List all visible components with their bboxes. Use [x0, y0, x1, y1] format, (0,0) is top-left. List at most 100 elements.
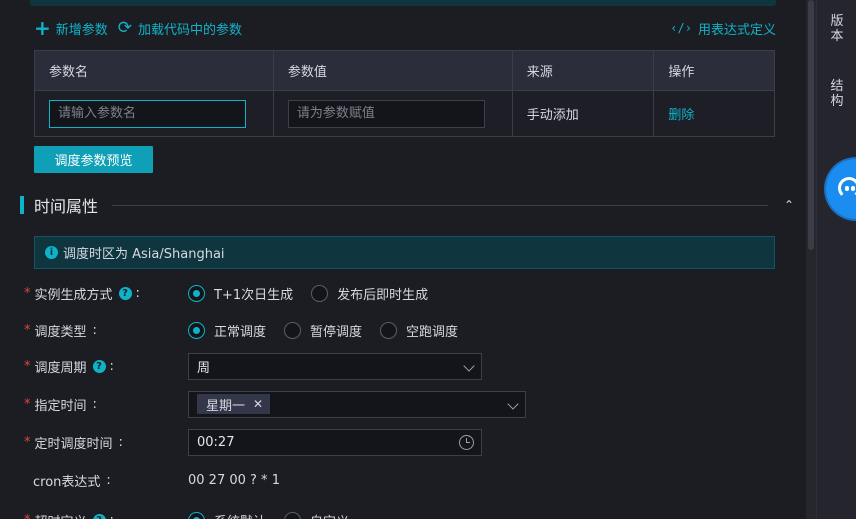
radio-dot	[188, 284, 205, 302]
instance-gen-label-text: 实例生成方式	[34, 287, 113, 303]
timeout-radio-group: 系统默认 自定义	[188, 511, 367, 519]
schedule-type-option-dryrun[interactable]: 空跑调度	[380, 321, 458, 340]
schedule-type-label: * 调度类型 :	[24, 321, 188, 340]
right-side-panel: 版本 结构	[816, 0, 856, 519]
refresh-icon: ⟳	[117, 17, 133, 38]
table-row: 手动添加 删除	[34, 90, 775, 137]
required-mark: *	[24, 285, 31, 301]
schedule-type-option-label: 暂停调度	[310, 324, 363, 340]
clock-icon	[459, 434, 474, 450]
timeout-label: * 超时定义 ? :	[24, 511, 188, 519]
info-icon: i	[45, 246, 58, 259]
param-preview-button[interactable]: 调度参数预览	[34, 146, 153, 173]
label-colon: :	[135, 285, 140, 301]
cron-value: 00 27 00 ? * 1	[188, 472, 280, 488]
instance-gen-option-t1[interactable]: T+1次日生成	[188, 284, 293, 303]
timezone-notice: i 调度时区为 Asia/Shanghai	[34, 236, 775, 269]
main-content: + 新增参数 ⟳ 加载代码中的参数 ‹/› 用表达式定义 参数名 参数值 来源 …	[0, 0, 806, 519]
timeout-label-text: 超时定义	[35, 511, 87, 519]
scrollbar[interactable]	[806, 0, 816, 519]
chevron-up-icon[interactable]: ⌃	[782, 198, 796, 212]
schedule-type-row: * 调度类型 : 正常调度 暂停调度 空跑调度	[24, 316, 784, 344]
label-colon: :	[92, 396, 97, 412]
required-mark: *	[24, 358, 31, 374]
schedule-type-option-label: 空跑调度	[406, 324, 459, 340]
load-code-params-link[interactable]: ⟳ 加载代码中的参数	[118, 19, 242, 38]
required-mark: *	[24, 434, 31, 450]
label-colon: :	[106, 472, 111, 488]
header-param-name: 参数名	[34, 50, 274, 91]
close-icon[interactable]: ✕	[253, 397, 263, 411]
param-value-input[interactable]	[287, 99, 485, 128]
param-name-input[interactable]	[49, 99, 246, 128]
section-title: 时间属性	[34, 197, 99, 216]
schedule-type-option-normal[interactable]: 正常调度	[188, 321, 266, 340]
param-source-cell: 手动添加	[511, 90, 655, 137]
timed-schedule-time-value: 00:27	[197, 434, 235, 450]
schedule-type-label-text: 调度类型	[34, 324, 87, 340]
selected-day-tag-label: 星期一	[206, 398, 246, 414]
code-icon: ‹/›	[670, 21, 692, 35]
schedule-type-option-pause[interactable]: 暂停调度	[284, 321, 362, 340]
instance-gen-option-immediate[interactable]: 发布后即时生成	[311, 284, 428, 303]
param-action-cell: 删除	[653, 90, 775, 137]
add-param-label: 新增参数	[55, 22, 108, 38]
tab-version-label: 版本	[830, 14, 844, 44]
params-table: 参数名 参数值 来源 操作 手动添加 删除	[34, 50, 775, 137]
timeout-option-default[interactable]: 系统默认	[188, 511, 266, 519]
schedule-cycle-label: * 调度周期 ? :	[24, 357, 188, 376]
delete-param-link[interactable]: 删除	[668, 108, 694, 123]
instance-gen-radio-group: T+1次日生成 发布后即时生成	[188, 284, 446, 303]
scrollbar-thumb[interactable]	[808, 0, 814, 250]
timed-schedule-label-text: 定时调度时间	[34, 436, 113, 452]
header-param-value: 参数值	[272, 50, 513, 91]
help-icon[interactable]: ?	[92, 359, 106, 373]
radio-dot	[188, 511, 205, 519]
use-expression-label: 用表达式定义	[697, 22, 776, 38]
param-value-cell	[272, 90, 513, 137]
use-expression-link[interactable]: ‹/› 用表达式定义	[670, 19, 776, 38]
schedule-type-radio-group: 正常调度 暂停调度 空跑调度	[188, 321, 476, 340]
specified-time-label-text: 指定时间	[34, 398, 87, 414]
timeout-option-custom[interactable]: 自定义	[284, 511, 349, 519]
specified-time-select[interactable]: 星期一 ✕	[188, 390, 526, 418]
required-mark: *	[24, 513, 31, 519]
header-source: 来源	[511, 50, 655, 91]
add-param-link[interactable]: + 新增参数	[34, 18, 108, 38]
cron-label: cron表达式 :	[24, 471, 188, 490]
chevron-down-icon	[463, 359, 475, 372]
schedule-cycle-label-text: 调度周期	[34, 360, 87, 376]
instance-gen-label: * 实例生成方式 ? :	[24, 284, 188, 303]
help-icon[interactable]: ?	[92, 513, 106, 519]
label-colon: :	[109, 358, 114, 374]
timed-schedule-time-picker[interactable]: 00:27	[188, 428, 482, 456]
tab-structure-label: 结构	[830, 79, 844, 109]
specified-time-row: * 指定时间 : 星期一 ✕	[24, 390, 784, 418]
instance-gen-row: * 实例生成方式 ? : T+1次日生成 发布后即时生成	[24, 279, 784, 307]
time-section-header: 时间属性 ⌃	[20, 194, 796, 216]
tab-structure[interactable]: 结构	[817, 79, 856, 109]
required-mark: *	[24, 322, 31, 338]
schedule-cycle-value: 周	[197, 360, 211, 376]
param-name-cell	[34, 90, 274, 137]
tab-version[interactable]: 版本	[817, 14, 856, 44]
load-code-params-label: 加载代码中的参数	[138, 22, 243, 38]
label-colon: :	[92, 322, 97, 338]
instance-gen-option-label: 发布后即时生成	[337, 287, 429, 303]
schedule-cycle-select[interactable]: 周	[188, 352, 482, 380]
schedule-cycle-row: * 调度周期 ? : 周	[24, 352, 784, 380]
timeout-option-label: 自定义	[310, 511, 349, 519]
assistant-eye	[845, 186, 849, 191]
required-mark: *	[24, 396, 31, 412]
radio-dot	[380, 321, 398, 339]
help-icon[interactable]: ?	[118, 286, 132, 300]
radio-dot	[311, 284, 329, 302]
schedule-type-option-label: 正常调度	[214, 324, 267, 340]
plus-icon: +	[34, 16, 51, 40]
cron-label-text: cron表达式	[33, 474, 101, 490]
radio-dot	[188, 321, 205, 339]
timeout-option-label: 系统默认	[214, 511, 266, 519]
radio-dot	[284, 511, 302, 519]
label-colon: :	[110, 513, 114, 519]
instance-gen-option-label: T+1次日生成	[214, 287, 294, 303]
